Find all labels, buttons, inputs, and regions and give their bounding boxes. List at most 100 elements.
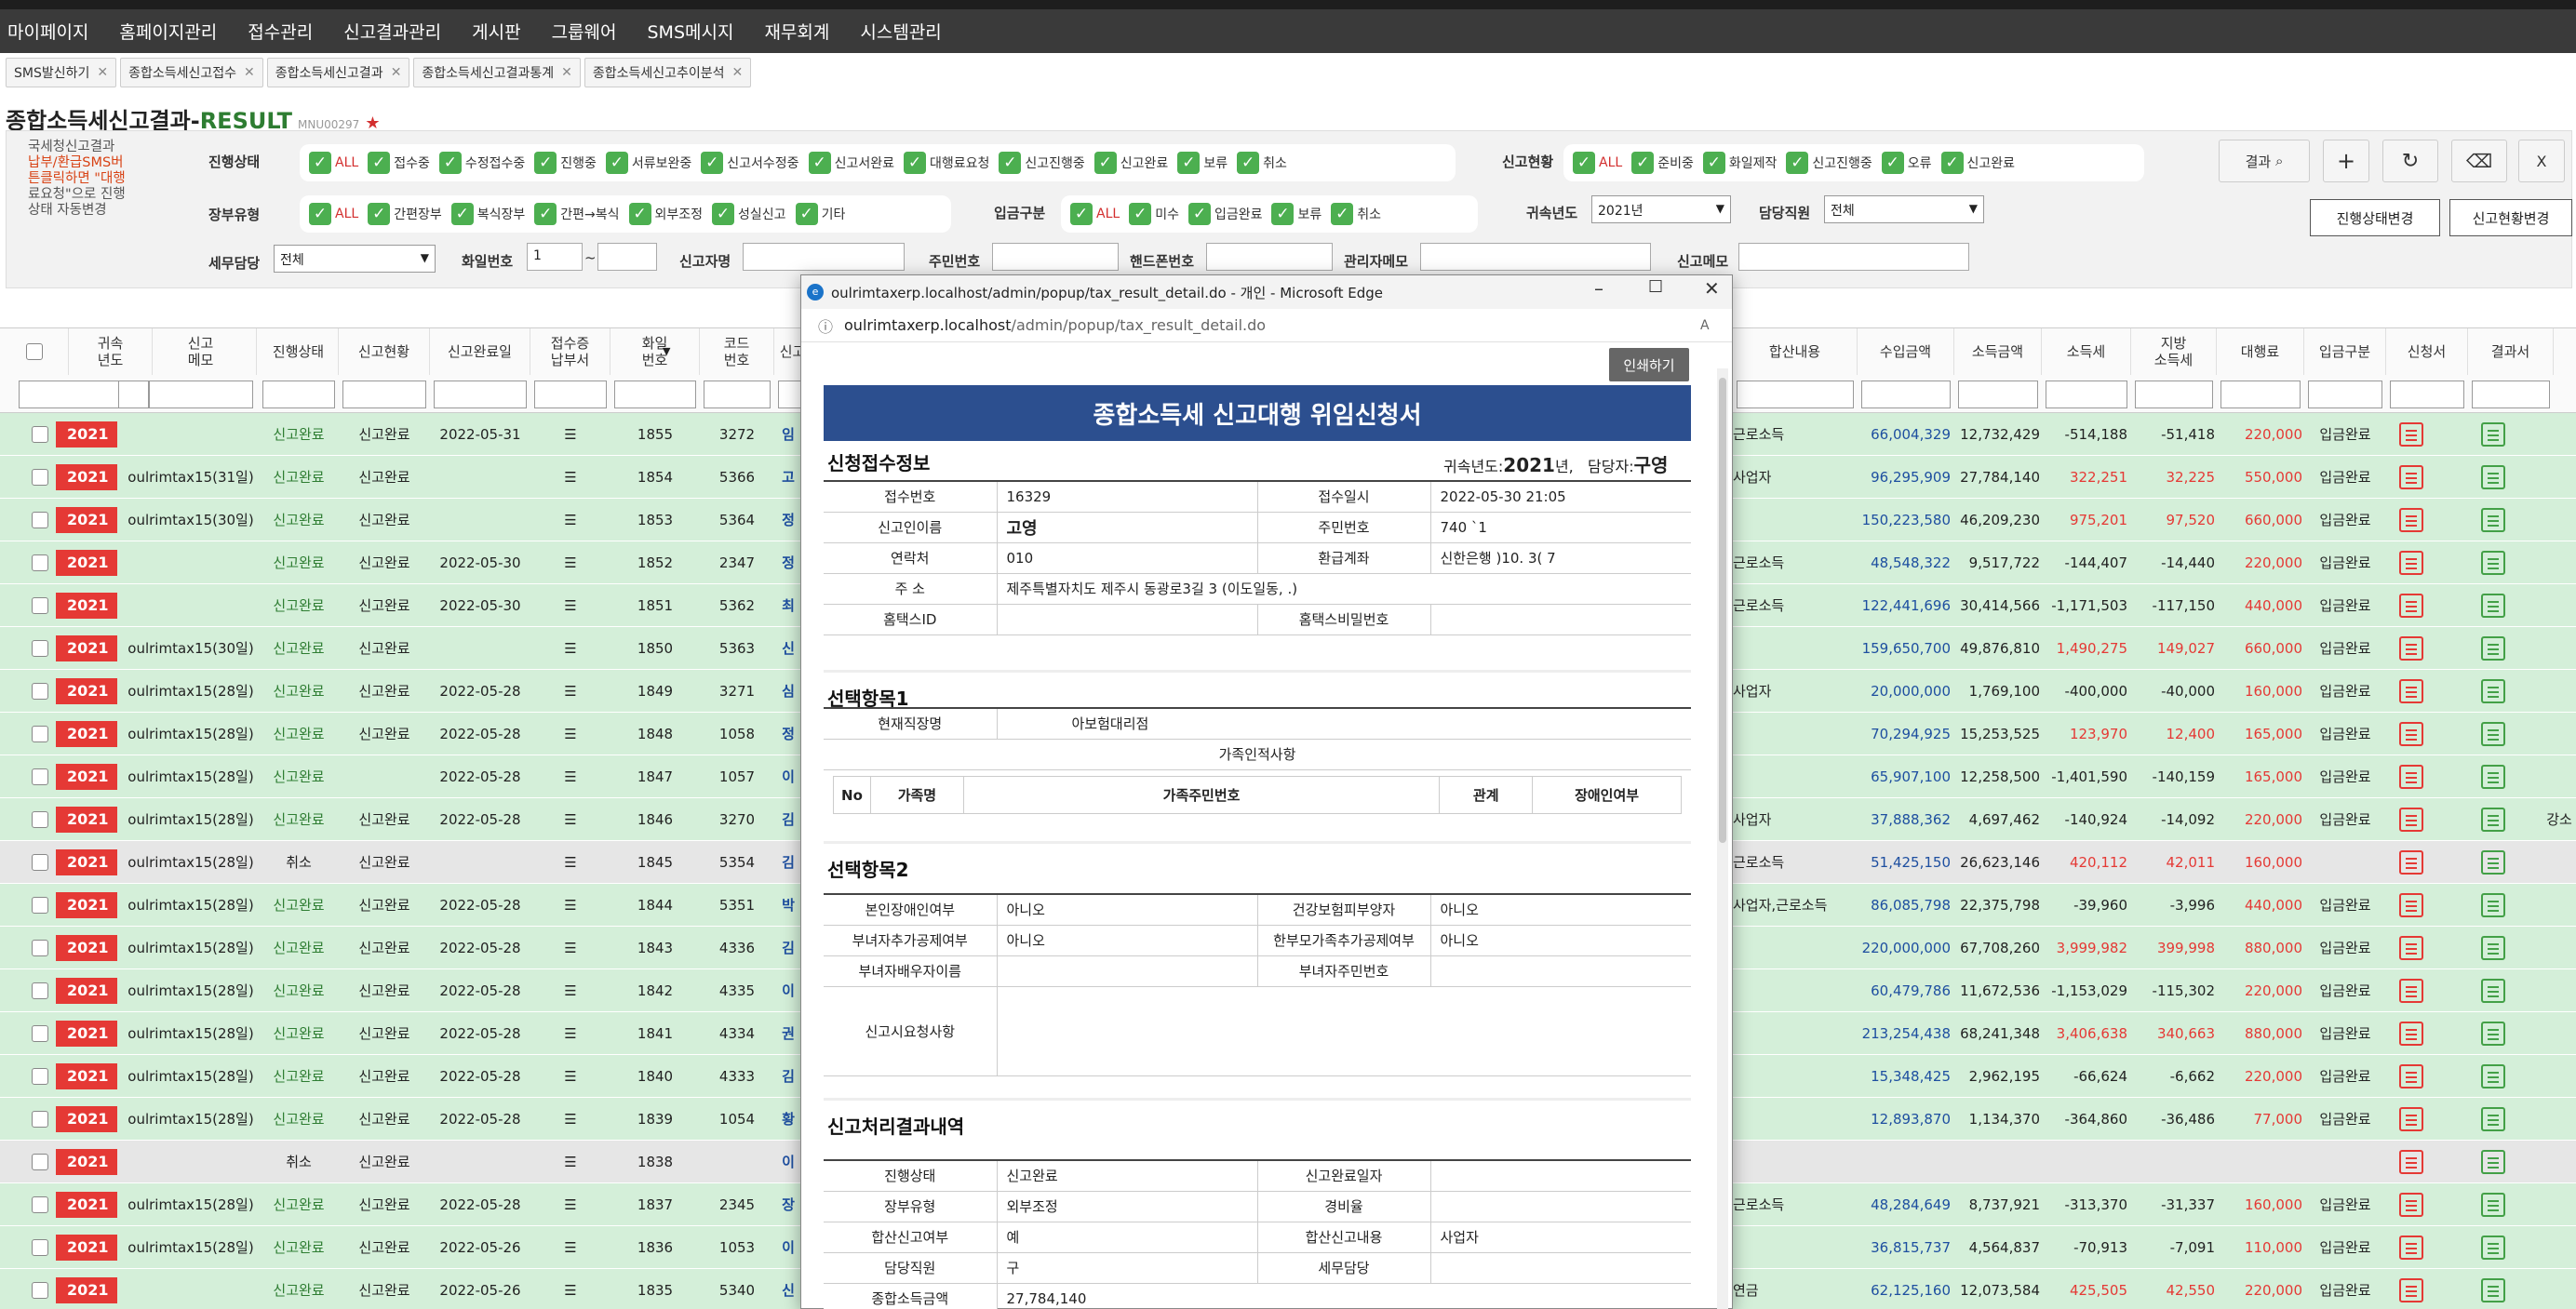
result-doc-icon[interactable] (2481, 594, 2505, 618)
report-checkbox[interactable]: ✓ 신고완료 (1940, 152, 2015, 174)
sort-arrow-icon[interactable]: ▼ (663, 345, 670, 357)
column-filter-input[interactable] (704, 381, 771, 408)
column-filter-input[interactable] (614, 381, 696, 408)
row-checkbox[interactable] (32, 854, 48, 871)
deposit-checkbox[interactable]: ✓ 입금완료 (1187, 203, 1262, 225)
ledger-checkbox[interactable]: ✓ 간편→복식 (534, 203, 620, 225)
status-checkbox[interactable]: ✓ 취소 (1237, 152, 1287, 174)
tab-item[interactable]: 종합소득세신고결과 ✕ (266, 58, 410, 87)
menu-item[interactable]: 그룹웨어 (552, 19, 617, 44)
row-checkbox[interactable] (32, 811, 48, 828)
tax-staff-select[interactable]: 전체 ▼ (274, 245, 436, 273)
row-checkbox[interactable] (32, 1282, 48, 1299)
report-checkbox[interactable]: ✓ 신고진행중 (1786, 152, 1872, 174)
result-doc-icon[interactable] (2481, 979, 2505, 1003)
row-checkbox[interactable] (32, 1068, 48, 1085)
column-filter-input[interactable] (19, 381, 119, 408)
status-checkbox[interactable]: ✓ 신고진행중 (999, 152, 1085, 174)
row-checkbox[interactable] (32, 768, 48, 785)
deposit-checkbox[interactable]: ✓ 취소 (1331, 203, 1381, 225)
status-checkbox[interactable]: ✓ 신고완료 (1093, 152, 1168, 174)
column-filter-input[interactable] (262, 381, 335, 408)
application-doc-icon[interactable] (2399, 1107, 2423, 1131)
list-icon[interactable]: ☰ (564, 897, 576, 914)
row-checkbox[interactable] (32, 683, 48, 700)
application-doc-icon[interactable] (2399, 936, 2423, 960)
ssn-input[interactable] (992, 243, 1119, 271)
status-checkbox[interactable]: ✓ 신고서수정중 (701, 152, 799, 174)
close-icon[interactable]: ✕ (391, 65, 402, 80)
result-doc-icon[interactable] (2481, 1278, 2505, 1302)
refresh-button[interactable]: ↻ (2382, 140, 2438, 182)
row-checkbox[interactable] (32, 426, 48, 443)
report-checkbox[interactable]: ✓ 화일제작 (1702, 152, 1777, 174)
deposit-checkbox[interactable]: ✓ 미수 (1129, 203, 1179, 225)
result-doc-icon[interactable] (2481, 679, 2505, 703)
column-filter-input[interactable] (1737, 381, 1854, 408)
result-doc-icon[interactable] (2481, 808, 2505, 832)
list-icon[interactable]: ☰ (564, 426, 576, 443)
tab-item[interactable]: SMS발신하기 ✕ (6, 58, 117, 87)
ledger-checkbox[interactable]: ✓ 간편장부 (368, 203, 442, 225)
application-doc-icon[interactable] (2399, 636, 2423, 661)
row-checkbox[interactable] (32, 512, 48, 528)
list-icon[interactable]: ☰ (564, 1239, 576, 1256)
report-memo-input[interactable] (1738, 243, 1969, 271)
column-filter-input[interactable] (2220, 381, 2301, 408)
menu-item[interactable]: SMS메시지 (647, 19, 733, 44)
tab-item[interactable]: 종합소득세신고추이분석 ✕ (584, 58, 752, 87)
application-doc-icon[interactable] (2399, 893, 2423, 917)
application-doc-icon[interactable] (2399, 1150, 2423, 1174)
list-icon[interactable]: ☰ (564, 554, 576, 571)
list-icon[interactable]: ☰ (564, 726, 576, 742)
file-number-from-input[interactable]: 1 (527, 243, 583, 271)
application-doc-icon[interactable] (2399, 850, 2423, 875)
column-filter-input[interactable] (1861, 381, 1951, 408)
list-icon[interactable]: ☰ (564, 854, 576, 871)
result-doc-icon[interactable] (2481, 1150, 2505, 1174)
application-doc-icon[interactable] (2399, 508, 2423, 532)
ledger-checkbox[interactable]: ✓ 외부조정 (628, 203, 703, 225)
result-doc-icon[interactable] (2481, 551, 2505, 575)
result-doc-icon[interactable] (2481, 465, 2505, 489)
result-doc-icon[interactable] (2481, 936, 2505, 960)
staff-select[interactable]: 전체 ▼ (1824, 195, 1984, 223)
result-doc-icon[interactable] (2481, 893, 2505, 917)
tab-item[interactable]: 종합소득세신고접수 ✕ (120, 58, 263, 87)
column-filter-input[interactable] (2135, 381, 2213, 408)
row-checkbox[interactable] (32, 982, 48, 999)
menu-item[interactable]: 홈페이지관리 (119, 19, 217, 44)
change-report-button[interactable]: 신고현황변경 (2449, 199, 2572, 236)
column-filter-input[interactable] (2390, 381, 2464, 408)
list-icon[interactable]: ☰ (564, 469, 576, 486)
row-checkbox[interactable] (32, 1239, 48, 1256)
deposit-checkbox[interactable]: ✓ 보류 (1271, 203, 1322, 225)
application-doc-icon[interactable] (2399, 765, 2423, 789)
list-icon[interactable]: ☰ (564, 768, 576, 785)
status-checkbox[interactable]: ✓ ALL (309, 152, 358, 174)
list-icon[interactable]: ☰ (564, 940, 576, 956)
popup-address-bar[interactable]: ⓘ oulrimtaxerp.localhost/admin/popup/tax… (801, 309, 1732, 342)
status-checkbox[interactable]: ✓ 대행료요청 (903, 152, 989, 174)
application-doc-icon[interactable] (2399, 594, 2423, 618)
application-doc-icon[interactable] (2399, 1064, 2423, 1089)
row-checkbox[interactable] (32, 469, 48, 486)
result-doc-icon[interactable] (2481, 1064, 2505, 1089)
result-doc-icon[interactable] (2481, 1193, 2505, 1217)
application-doc-icon[interactable] (2399, 979, 2423, 1003)
menu-item[interactable]: 재무회계 (764, 19, 829, 44)
report-checkbox[interactable]: ✓ 오류 (1881, 152, 1932, 174)
close-icon[interactable]: ✕ (1704, 277, 1720, 300)
list-icon[interactable]: ☰ (564, 1068, 576, 1085)
result-doc-icon[interactable] (2481, 1107, 2505, 1131)
application-doc-icon[interactable] (2399, 1236, 2423, 1260)
list-icon[interactable]: ☰ (564, 982, 576, 999)
list-icon[interactable]: ☰ (564, 1196, 576, 1213)
year-select[interactable]: 2021년 ▼ (1591, 195, 1731, 223)
result-doc-icon[interactable] (2481, 850, 2505, 875)
list-icon[interactable]: ☰ (564, 1154, 576, 1170)
column-filter-input[interactable] (534, 381, 607, 408)
result-search-button[interactable]: 결과 ⌕ (2219, 140, 2310, 182)
application-doc-icon[interactable] (2399, 551, 2423, 575)
status-checkbox[interactable]: ✓ 신고서완료 (808, 152, 894, 174)
